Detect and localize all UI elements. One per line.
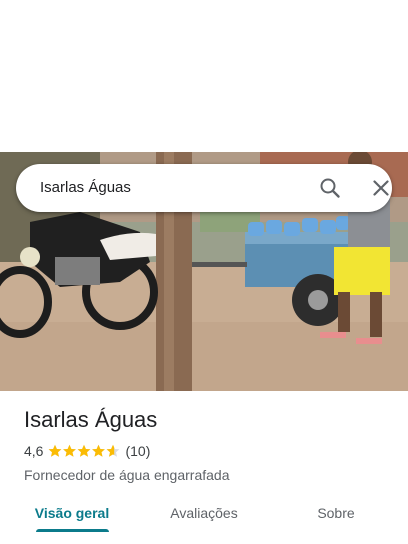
- rating-value: 4,6: [24, 443, 44, 459]
- search-query-text[interactable]: Isarlas Águas: [40, 164, 131, 212]
- tab-reviews[interactable]: Avaliações: [154, 496, 254, 530]
- search-icon[interactable]: [318, 176, 342, 200]
- top-blank-area: [0, 0, 408, 152]
- rating-stars: [48, 444, 120, 458]
- review-count[interactable]: (10): [125, 443, 150, 459]
- tab-overview[interactable]: Visão geral: [22, 496, 122, 530]
- search-bar[interactable]: Isarlas Águas: [16, 164, 392, 212]
- place-title: Isarlas Águas: [24, 407, 158, 432]
- place-category[interactable]: Fornecedor de água engarrafada: [24, 465, 394, 485]
- rating-row[interactable]: 4,6 (10): [24, 442, 394, 460]
- close-icon[interactable]: [369, 176, 393, 200]
- place-tabs: Visão geral Avaliações Sobre: [0, 496, 408, 544]
- tab-about[interactable]: Sobre: [296, 496, 376, 530]
- active-tab-indicator: [36, 529, 109, 532]
- place-info: Isarlas Águas 4,6 (10) Fornecedor de águ…: [24, 405, 394, 485]
